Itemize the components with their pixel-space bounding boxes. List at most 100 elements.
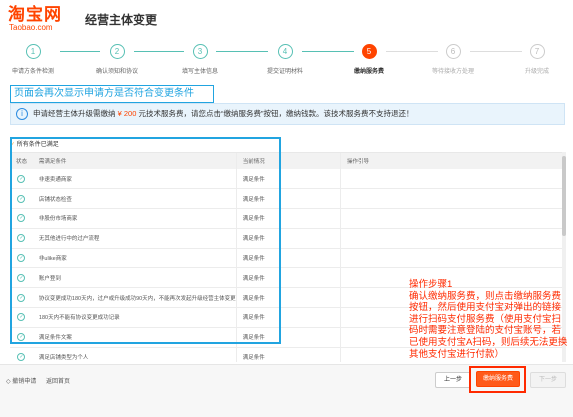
next-step-button[interactable]: 下一步 [530, 372, 566, 388]
status-ok-cell: ✓ [10, 327, 33, 348]
guide-cell [340, 228, 566, 249]
current-status-cell: 满足条件 [235, 287, 341, 309]
table-row: ✓ 店铺状态检查 满足条件 [10, 188, 566, 210]
notice-prefix: 申请经营主体升级需缴纳 [33, 109, 118, 118]
step-1-number: 1 [25, 44, 41, 59]
cancel-application-link[interactable]: ◇ 撤销申请 [6, 379, 36, 385]
condition-cell: 无其他进行中的过户流程 [32, 228, 237, 249]
check-circle-icon: ✓ [17, 313, 26, 322]
col-condition: 需满足条件 [32, 153, 237, 169]
table-scroll-thumb[interactable] [562, 156, 566, 236]
table-row: ✓ 无其他进行中的过户流程 满足条件 [10, 228, 566, 249]
status-ok-cell: ✓ [10, 287, 33, 309]
notice-suffix: 元技术服务费，请您点击“缴纳服务费”按钮，缴纳钱款。该技术服务费不支持退还！ [136, 109, 414, 118]
current-status-cell: 满足条件 [235, 267, 341, 289]
guide-cell [340, 169, 566, 190]
check-circle-icon: ✓ [17, 174, 26, 183]
check-circle-icon: ✓ [17, 214, 26, 223]
step-5: 5 缴纳服务费 [324, 44, 414, 75]
step-2-label: 确认须知和协议 [95, 69, 138, 75]
current-status-cell: 满足条件 [235, 307, 341, 328]
step-5-number: 5 [361, 44, 377, 59]
logo-text-en: Taobao.com [9, 23, 53, 32]
condition-cell: 满足店铺类型为个人 [32, 347, 237, 362]
instruction-note-text: 操作步骤1 确认缴纳服务费，则点击缴纳服务费按钮，然后使用支付宝对弹出的链接进行扫… [409, 279, 569, 360]
current-status-cell: 满足条件 [235, 228, 341, 249]
fee-amount: ¥ 200 [117, 109, 137, 118]
footer-links: ◇ 撤销申请 返回首页 [6, 376, 78, 385]
check-circle-icon: ✓ [17, 353, 26, 362]
step-6-label: 等待接收方处理 [431, 69, 474, 75]
pay-service-fee-button[interactable]: 缴纳服务费 [476, 371, 520, 387]
note-line: 确认缴纳服务费，则点击缴纳服务费按钮，然后使用支付宝对弹出的链接进行扫码支付服务… [409, 290, 568, 360]
check-icon: ✓ [10, 142, 16, 148]
table-row: ✓ 非股份市场商家 满足条件 [10, 208, 566, 229]
col-guide: 操作引导 [340, 153, 566, 169]
check-circle-icon: ✓ [17, 273, 26, 282]
current-status-cell: 满足条件 [235, 208, 341, 229]
logo-text-cn: 淘宝网 [8, 5, 62, 24]
condition-cell: 满足条件文案 [32, 327, 237, 348]
step-3: 3 填写主体信息 [155, 44, 245, 75]
step-4: 4 提交证明材料 [240, 44, 330, 75]
guide-cell [340, 188, 566, 210]
check-circle-icon: ✓ [17, 234, 26, 243]
step-6: 6 等待接收方处理 [408, 44, 498, 75]
status-ok-cell: ✓ [10, 228, 33, 249]
status-ok-cell: ✓ [10, 307, 33, 328]
condition-cell: 账户登到 [32, 267, 237, 289]
instruction-note: 操作步骤1 确认缴纳服务费，则点击缴纳服务费按钮，然后使用支付宝对弹出的链接进行扫… [409, 279, 569, 360]
back-home-link[interactable]: 返回首页 [46, 379, 70, 385]
step-6-number: 6 [445, 44, 461, 59]
step-1-label: 申请方条件检测 [11, 69, 54, 75]
condition-cell: 协议变更成功180天内，过户或升级成功90天内，不能再次发起升级经营主体变更 [32, 287, 237, 309]
status-ok-cell: ✓ [10, 188, 33, 210]
status-ok-cell: ✓ [10, 248, 33, 269]
current-status-cell: 满足条件 [235, 188, 341, 210]
table-header-row: 状态 需满足条件 当前情况 操作引导 [10, 153, 566, 169]
condition-cell: 非速卖通商家 [32, 169, 237, 190]
step-7-number: 7 [529, 44, 545, 59]
step-7-label: 升级完成 [524, 69, 549, 75]
current-status-cell: 满足条件 [235, 347, 341, 362]
check-circle-icon: ✓ [17, 194, 26, 203]
step-5-label: 缴纳服务费 [353, 69, 384, 75]
page-title: 经营主体变更 [85, 13, 158, 27]
step-4-label: 提交证明材料 [266, 69, 303, 75]
status-ok-cell: ✓ [10, 208, 33, 229]
table-row: ✓ 非ulike商家 满足条件 [10, 248, 566, 269]
step-3-label: 填写主体信息 [181, 69, 218, 75]
conditions-title: ✓ 所有条件已满足 [10, 139, 59, 148]
check-circle-icon: ✓ [17, 254, 26, 263]
annotation-callout: 页面会再次显示申请方是否符合变更条件 [10, 85, 214, 103]
col-current: 当前情况 [235, 153, 341, 169]
step-4-number: 4 [277, 44, 293, 59]
condition-cell: 非ulike商家 [32, 248, 237, 269]
status-ok-cell: ✓ [10, 267, 33, 289]
guide-cell [340, 208, 566, 229]
status-ok-cell: ✓ [10, 347, 33, 362]
condition-cell: 180天内不能有协议变更成功记录 [32, 307, 237, 328]
note-line: 操作步骤1 [409, 279, 453, 290]
current-status-cell: 满足条件 [235, 169, 341, 190]
page: 淘宝网 Taobao.com 经营主体变更 1 申请方条件检测 2 确认须知和协… [0, 0, 573, 417]
step-2: 2 确认须知和协议 [72, 44, 162, 75]
prev-step-button[interactable]: 上一步 [435, 372, 471, 388]
condition-cell: 非股份市场商家 [32, 208, 237, 229]
table-row: ✓ 非速卖通商家 满足条件 [10, 169, 566, 190]
guide-cell [340, 248, 566, 269]
check-circle-icon: ✓ [17, 333, 26, 342]
step-2-number: 2 [109, 44, 125, 59]
status-ok-cell: ✓ [10, 169, 33, 190]
current-status-cell: 满足条件 [235, 327, 341, 348]
info-icon: i [16, 108, 28, 120]
step-3-number: 3 [192, 44, 208, 59]
check-circle-icon: ✓ [17, 293, 26, 302]
step-7: 7 升级完成 [492, 44, 573, 75]
step-1: 1 申请方条件检测 [0, 44, 78, 75]
current-status-cell: 满足条件 [235, 248, 341, 269]
conditions-title-text: 所有条件已满足 [16, 142, 59, 148]
taobao-logo[interactable]: 淘宝网 Taobao.com [8, 6, 62, 32]
condition-cell: 店铺状态检查 [32, 188, 237, 210]
col-status: 状态 [10, 153, 33, 169]
